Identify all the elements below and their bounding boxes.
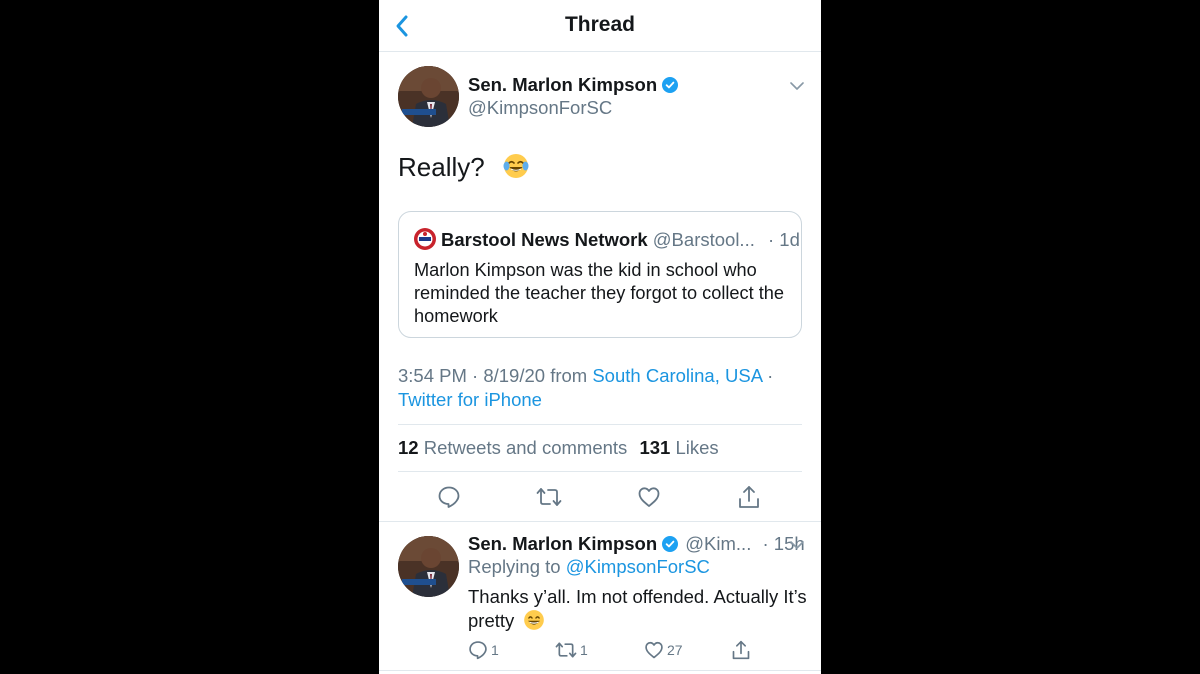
author-name: Sen. Marlon Kimpson xyxy=(468,74,658,95)
tweet-text: Really? xyxy=(398,152,530,183)
avatar[interactable] xyxy=(398,536,459,597)
replying-to: Replying to @KimpsonForSC xyxy=(468,556,710,578)
top-bar: Thread xyxy=(379,0,821,52)
reply-author-name[interactable]: Sen. Marlon Kimpson xyxy=(468,533,657,554)
author-name-row[interactable]: Sen. Marlon Kimpson xyxy=(468,74,679,96)
verified-badge-icon xyxy=(662,77,679,93)
retweets-label: Retweets and comments xyxy=(423,437,628,458)
tweet-text-content: Really? xyxy=(398,152,485,182)
twitter-thread-screen: Thread Sen. Marlon Kimpson @KimpsonForSC… xyxy=(379,0,821,674)
replying-to-handle[interactable]: @KimpsonForSC xyxy=(566,556,710,577)
reply-icon[interactable] xyxy=(437,485,461,509)
quoted-tweet-time: · 1d xyxy=(768,229,800,250)
likes-count: 131 xyxy=(639,437,671,458)
grinning-face-icon xyxy=(524,609,545,630)
reply-icon xyxy=(469,641,487,660)
thread-separator xyxy=(379,521,821,522)
chevron-down-icon[interactable] xyxy=(790,540,804,550)
divider xyxy=(398,471,802,472)
like-heart-icon[interactable] xyxy=(637,485,661,509)
chevron-down-icon[interactable] xyxy=(790,81,804,91)
reply-author-handle[interactable]: @Kim... xyxy=(685,533,751,554)
share-icon[interactable] xyxy=(737,484,761,510)
reply-share-button[interactable] xyxy=(731,639,754,661)
quoted-author-name: Barstool News Network xyxy=(441,229,648,250)
likes-label: Likes xyxy=(675,437,719,458)
face-with-tears-of-joy-icon xyxy=(503,154,529,178)
like-heart-icon xyxy=(645,641,663,659)
share-icon xyxy=(732,640,750,660)
like-count: 27 xyxy=(667,642,683,658)
retweet-icon[interactable] xyxy=(536,485,562,509)
retweet-count: 1 xyxy=(580,642,588,658)
author-block: Sen. Marlon Kimpson @KimpsonForSC xyxy=(468,74,679,119)
retweet-icon xyxy=(555,642,577,658)
reply-count: 1 xyxy=(491,642,499,658)
tweet-stats: 12 Retweets and comments 131 Likes xyxy=(398,437,719,459)
tweet-timestamp: 3:54 PM · 8/19/20 from xyxy=(398,365,593,386)
location-separator: · xyxy=(762,365,774,386)
reply-text-content: Thanks y’all. Im not offended. Actually … xyxy=(468,586,807,631)
quoted-tweet-text: Marlon Kimpson was the kid in school who… xyxy=(414,260,785,326)
reply-header: Sen. Marlon Kimpson @Kim... · 15h xyxy=(468,533,808,555)
reply-retweet-button[interactable]: 1 xyxy=(555,639,588,661)
location-link[interactable]: South Carolina, USA xyxy=(592,365,762,386)
likes-stat[interactable]: 131 Likes xyxy=(639,437,718,458)
replying-to-label: Replying to xyxy=(468,556,566,577)
reply-comment-button[interactable]: 1 xyxy=(468,639,499,661)
verified-badge-icon xyxy=(662,536,679,552)
page-title: Thread xyxy=(564,13,635,36)
reply-text: Thanks y’all. Im not offended. Actually … xyxy=(468,585,808,632)
tweet-metadata: 3:54 PM · 8/19/20 from South Carolina, U… xyxy=(398,364,802,411)
retweets-count: 12 xyxy=(398,437,419,458)
thread-separator xyxy=(379,670,821,671)
source-link[interactable]: Twitter for iPhone xyxy=(398,389,542,410)
avatar[interactable] xyxy=(398,66,459,127)
author-handle[interactable]: @KimpsonForSC xyxy=(468,97,678,119)
retweets-stat[interactable]: 12 Retweets and comments xyxy=(398,437,627,458)
quoted-author-handle: @Barstool... xyxy=(652,229,755,250)
quoted-tweet-card[interactable]: Barstool News Network @Barstool... · 1d … xyxy=(398,211,802,338)
barstool-avatar-icon xyxy=(414,228,436,250)
reply-like-button[interactable]: 27 xyxy=(644,639,683,661)
quoted-tweet-header: Barstool News Network @Barstool... · 1d xyxy=(414,228,800,251)
divider xyxy=(398,424,802,425)
